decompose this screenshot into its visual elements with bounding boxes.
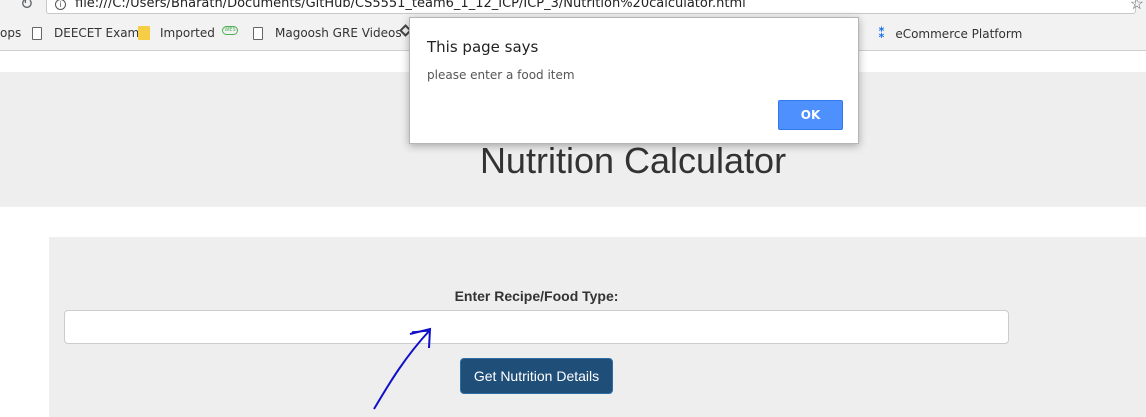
- bookmark-apps[interactable]: ops: [0, 26, 21, 40]
- page-icon: [253, 26, 263, 40]
- bookmark-star-icon[interactable]: ☆: [1130, 0, 1144, 14]
- ecommerce-icon: ⁑: [878, 26, 886, 42]
- address-bar[interactable]: i file:///C:/Users/Bharath/Documents/Git…: [46, 0, 1136, 14]
- bookmark-label: ops: [0, 26, 22, 40]
- bookmark-site-badge[interactable]: WES: [222, 26, 248, 35]
- bookmark-label: Imported: [160, 26, 215, 40]
- alert-ok-button[interactable]: OK: [778, 100, 843, 130]
- site-badge-icon: WES: [222, 26, 238, 35]
- folder-icon: [138, 26, 150, 40]
- alert-message: please enter a food item: [427, 68, 575, 82]
- reload-icon[interactable]: ↻: [20, 0, 33, 14]
- browser-toolbar: ↻ i file:///C:/Users/Bharath/Documents/G…: [0, 0, 1146, 16]
- page-icon: [32, 26, 42, 40]
- bookmark-label: DEECET Exam: [54, 26, 140, 40]
- bookmark-magoosh-gre[interactable]: Magoosh GRE Videos: [253, 26, 402, 40]
- address-bar-url[interactable]: file:///C:/Users/Bharath/Documents/GitHu…: [75, 0, 746, 11]
- bookmark-ecommerce[interactable]: ⁑ eCommerce Platform: [878, 26, 1022, 42]
- bookmark-label: Magoosh GRE Videos: [275, 26, 402, 40]
- bookmark-deecet-exam[interactable]: DEECET Exam: [32, 26, 139, 40]
- info-icon[interactable]: i: [55, 0, 66, 10]
- bookmark-label: eCommerce Platform: [895, 27, 1023, 41]
- bookmark-imported[interactable]: Imported: [138, 26, 215, 40]
- alert-title: This page says: [427, 38, 539, 56]
- alert-dialog: This page says please enter a food item …: [409, 17, 859, 144]
